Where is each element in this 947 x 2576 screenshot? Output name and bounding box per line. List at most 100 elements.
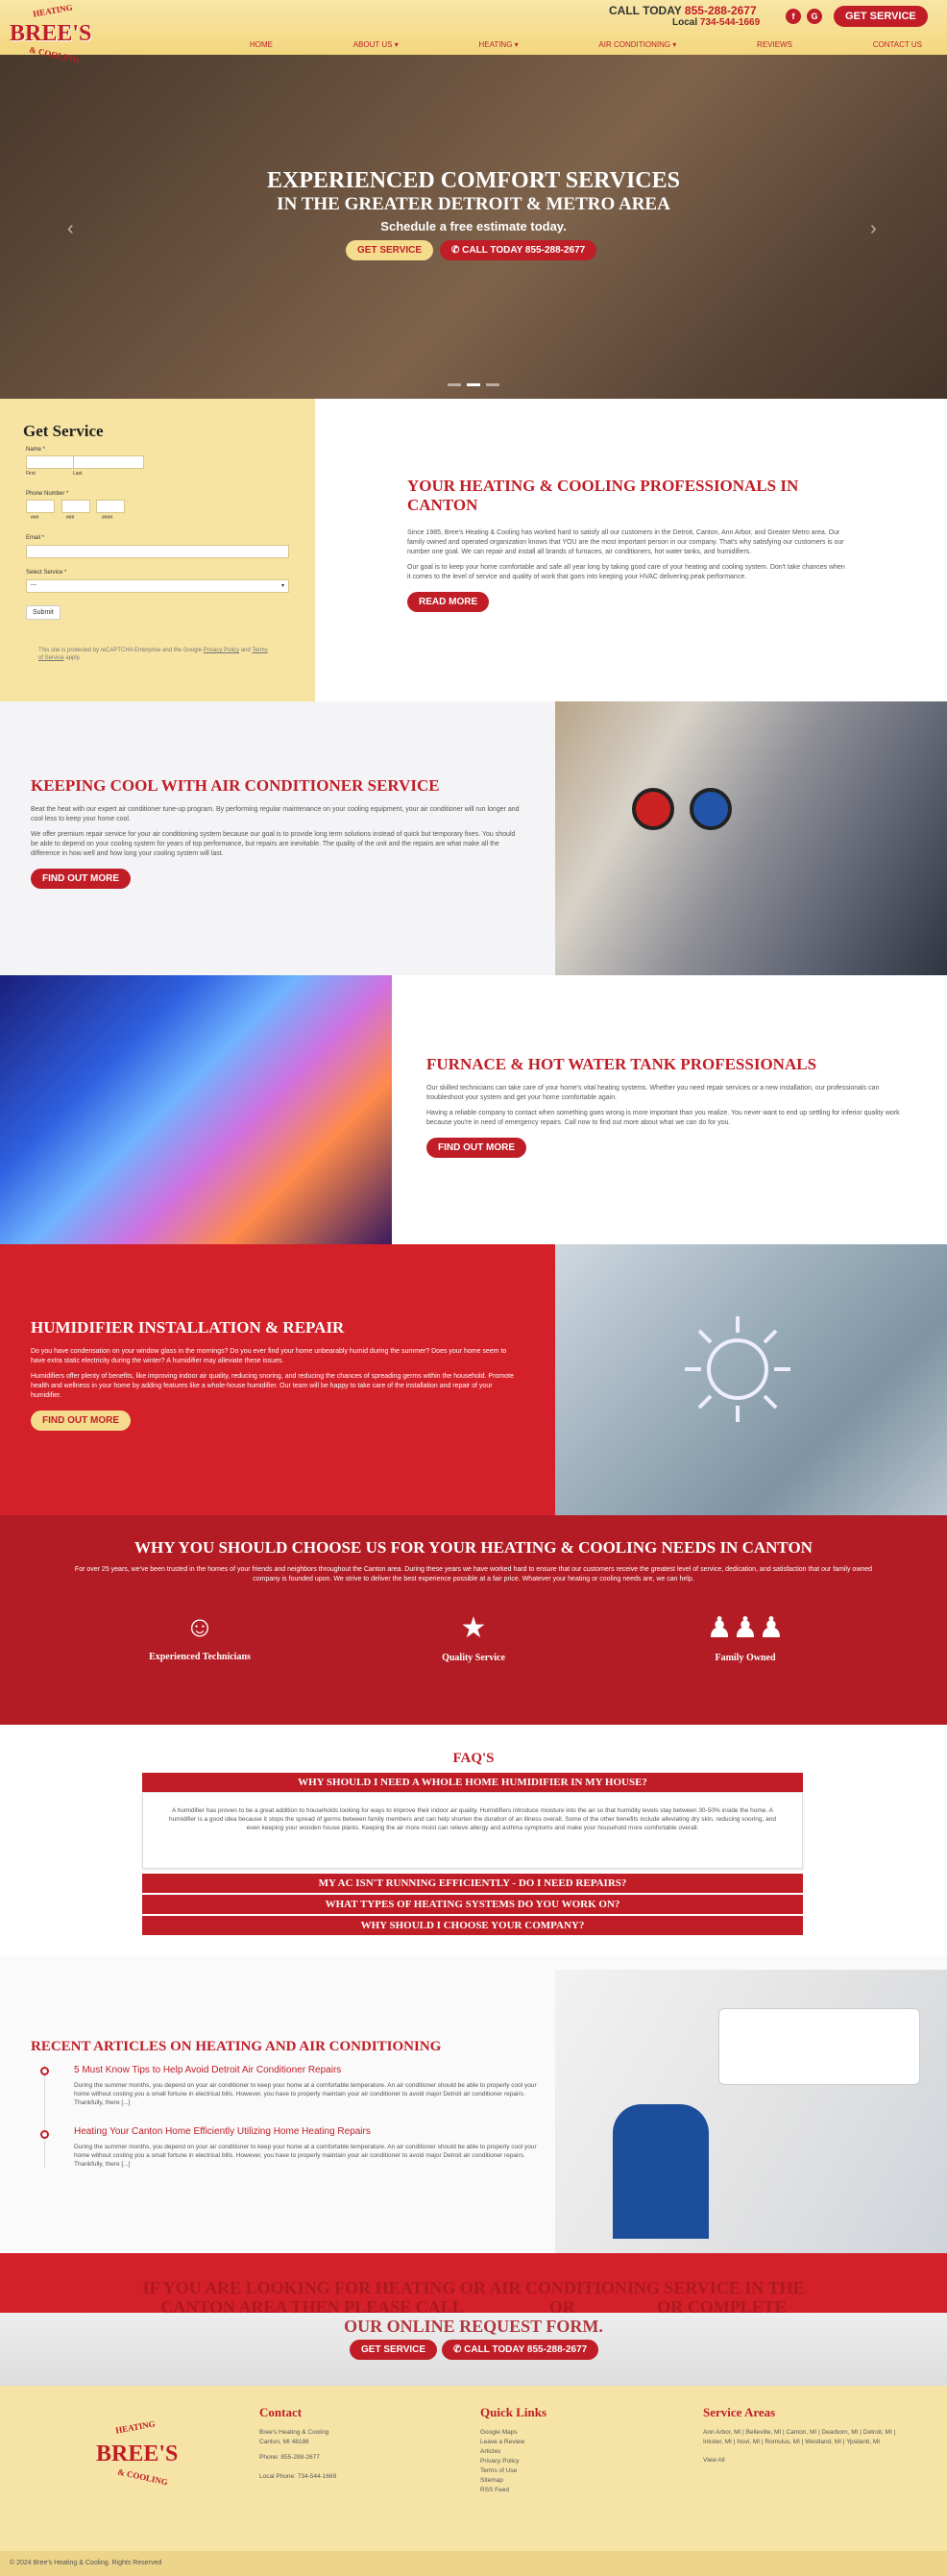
- quick-link[interactable]: Google Maps: [480, 2428, 643, 2438]
- feature-quality: ★ Quality Service: [416, 1611, 531, 1663]
- recaptcha-notice: This site is protected by reCAPTCHA Ente…: [38, 648, 268, 661]
- intro-paragraph-2: Our goal is to keep your home comfortabl…: [407, 564, 845, 580]
- footer-contact: Contact Bree's Heating & Cooling Canton,…: [259, 2405, 423, 2482]
- slider-dot[interactable]: [486, 383, 499, 386]
- service-select-label: Select Service *: [26, 570, 67, 576]
- faq-question-4[interactable]: WHY SHOULD I CHOOSE YOUR COMPANY?: [142, 1916, 803, 1935]
- quick-link[interactable]: Terms of Use: [480, 2466, 643, 2476]
- footer-local-phone[interactable]: Local Phone: 734-544-1669: [259, 2472, 423, 2482]
- furnace-section: FURNACE & HOT WATER TANK PROFESSIONALS O…: [426, 1055, 916, 1158]
- view-all-link[interactable]: View All: [703, 2457, 914, 2464]
- quick-link[interactable]: Leave a Review: [480, 2438, 643, 2447]
- humidifier-paragraph-2: Humidifiers offer plenty of benefits, li…: [31, 1373, 514, 1399]
- hero-heading: EXPERIENCED COMFORT SERVICES: [267, 168, 680, 193]
- furnace-paragraph-1: Our skilled technicians can take care of…: [426, 1085, 880, 1101]
- articles-title: RECENT ARTICLES ON HEATING AND AIR CONDI…: [31, 2039, 442, 2054]
- ac-find-out-more-button[interactable]: FIND OUT MORE: [31, 869, 131, 889]
- phone-number[interactable]: 855-288-2677: [685, 4, 757, 17]
- slider-next-icon[interactable]: ›: [870, 218, 877, 240]
- timeline-dot-icon: [40, 2130, 49, 2139]
- furnace-paragraph-2: Having a reliable company to contact whe…: [426, 1110, 900, 1126]
- service-select[interactable]: --- ▾: [26, 579, 289, 593]
- email-label: Email *: [26, 535, 45, 541]
- gauge-icon: [690, 788, 732, 830]
- header-phone[interactable]: CALL TODAY 855-288-2677: [609, 4, 757, 17]
- ac-title: KEEPING COOL WITH AIR CONDITIONER SERVIC…: [31, 776, 440, 795]
- slider-prev-icon[interactable]: ‹: [67, 218, 74, 240]
- articles-section: RECENT ARTICLES ON HEATING AND AIR CONDI…: [31, 2039, 540, 2169]
- local-number[interactable]: 734-544-1669: [700, 17, 760, 28]
- quick-link[interactable]: Sitemap: [480, 2476, 643, 2486]
- footer-quick-links: Quick Links Google Maps Leave a Review A…: [480, 2405, 643, 2495]
- ac-paragraph-2: We offer premium repair service for your…: [31, 831, 516, 857]
- quick-link[interactable]: Articles: [480, 2447, 643, 2457]
- intro-paragraph-1: Since 1985, Bree's Heating & Cooling has…: [407, 529, 844, 555]
- hero-call-button[interactable]: ✆ CALL TODAY 855-288-2677: [440, 240, 597, 260]
- nav-air-conditioning[interactable]: AIR CONDITIONING ▾: [598, 40, 676, 49]
- local-label: Local: [672, 17, 698, 28]
- first-label: First: [26, 471, 36, 477]
- get-service-form: Get Service Name * First Last Phone Numb…: [0, 399, 315, 701]
- header-local-phone[interactable]: Local 734-544-1669: [672, 17, 760, 28]
- service-area-list[interactable]: Ann Arbor, MI | Belleville, MI | Canton,…: [703, 2428, 914, 2447]
- article-2-title[interactable]: Heating Your Canton Home Efficiently Uti…: [74, 2126, 540, 2137]
- faq-title: FAQ'S: [452, 1751, 495, 1766]
- condensation-window-photo: [555, 1244, 947, 1515]
- furnace-find-out-more-button[interactable]: FIND OUT MORE: [426, 1138, 526, 1158]
- hero-tagline: Schedule a free estimate today.: [380, 219, 567, 233]
- faq-answer-1: A humidifier has proven to be a great ad…: [142, 1792, 803, 1869]
- article-1-title[interactable]: 5 Must Know Tips to Help Avoid Detroit A…: [74, 2065, 540, 2075]
- quick-link[interactable]: Privacy Policy: [480, 2457, 643, 2466]
- slider-dot[interactable]: [448, 383, 461, 386]
- faq-question-3[interactable]: WHAT TYPES OF HEATING SYSTEMS DO YOU WOR…: [142, 1895, 803, 1914]
- family-icon: ♟♟♟: [706, 1612, 785, 1644]
- humidifier-title: HUMIDIFIER INSTALLATION & REPAIR: [31, 1318, 345, 1337]
- furnace-title: FURNACE & HOT WATER TANK PROFESSIONALS: [426, 1055, 817, 1073]
- site-header: HOME ABOUT US ▾ HEATING ▾ AIR CONDITIONI…: [0, 0, 947, 55]
- phone-line-input[interactable]: [96, 500, 125, 513]
- quick-link[interactable]: RSS Feed: [480, 2486, 643, 2495]
- header-get-service-button[interactable]: GET SERVICE: [834, 6, 928, 27]
- nav-contact[interactable]: CONTACT US: [873, 40, 922, 49]
- google-icon[interactable]: G: [807, 9, 822, 24]
- ac-section: KEEPING COOL WITH AIR CONDITIONER SERVIC…: [31, 776, 521, 889]
- email-input[interactable]: [26, 545, 289, 558]
- ac-paragraph-1: Beat the heat with our expert air condit…: [31, 806, 520, 822]
- humidifier-find-out-more-button[interactable]: FIND OUT MORE: [31, 1411, 131, 1431]
- footer-service-areas: Service Areas Ann Arbor, MI | Belleville…: [703, 2405, 914, 2464]
- last-name-input[interactable]: [73, 455, 144, 469]
- feature-experienced: ☺ Experienced Technicians: [142, 1611, 257, 1662]
- submit-button[interactable]: Submit: [26, 605, 61, 620]
- faq-question-1[interactable]: WHY SHOULD I NEED A WHOLE HOME HUMIDIFIE…: [142, 1773, 803, 1792]
- sun-drawing-icon: [685, 1316, 790, 1422]
- form-title: Get Service: [23, 422, 104, 440]
- brees-logo[interactable]: HEATING BREE'S & COOLING: [8, 2, 104, 73]
- read-more-button[interactable]: READ MORE: [407, 592, 490, 612]
- name-label: Name *: [26, 447, 46, 453]
- cta-get-service-button[interactable]: GET SERVICE: [350, 2340, 438, 2360]
- phone-area-input[interactable]: [26, 500, 55, 513]
- faq-question-2[interactable]: MY AC ISN'T RUNNING EFFICIENTLY - DO I N…: [142, 1874, 803, 1893]
- technician-icon: ☺: [184, 1611, 215, 1643]
- facebook-icon[interactable]: f: [786, 9, 801, 24]
- phone-prefix-input[interactable]: [61, 500, 90, 513]
- nav-home[interactable]: HOME: [250, 40, 273, 49]
- nav-heating[interactable]: HEATING ▾: [478, 40, 518, 49]
- gauge-icon: [632, 788, 674, 830]
- hero-get-service-button[interactable]: GET SERVICE: [346, 240, 434, 260]
- chevron-down-icon: ▾: [280, 583, 284, 589]
- nav-about[interactable]: ABOUT US ▾: [353, 40, 399, 49]
- article-list: 5 Must Know Tips to Help Avoid Detroit A…: [40, 2065, 540, 2169]
- star-icon: ★: [460, 1612, 487, 1644]
- slider-dot[interactable]: [467, 383, 480, 386]
- hero-slider: EXPERIENCED COMFORT SERVICES IN THE GREA…: [0, 55, 947, 399]
- intro-title: YOUR HEATING & COOLING PROFESSIONALS IN …: [407, 477, 799, 514]
- nav-reviews[interactable]: REVIEWS: [757, 40, 792, 49]
- footer-logo[interactable]: HEATING BREE'S & COOLING: [88, 2418, 194, 2499]
- site-footer: HEATING BREE'S & COOLING Contact Bree's …: [0, 2386, 947, 2551]
- technician-figure: [613, 2104, 709, 2239]
- privacy-link[interactable]: Privacy Policy: [204, 648, 239, 653]
- why-text: For over 25 years, we've been trusted in…: [74, 1566, 873, 1582]
- cta-call-button[interactable]: ✆ CALL TODAY 855-288-2677: [442, 2340, 599, 2360]
- footer-phone[interactable]: Phone: 855-288-2677: [259, 2453, 423, 2463]
